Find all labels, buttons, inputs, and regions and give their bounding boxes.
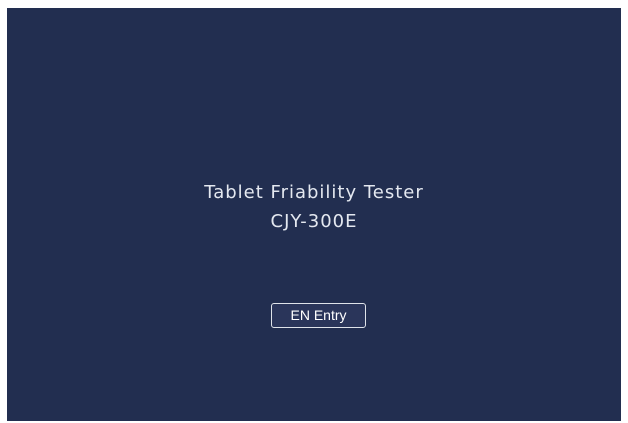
device-model: CJY-300E bbox=[270, 211, 358, 232]
title-block: Tablet Friability Tester CJY-300E bbox=[7, 180, 621, 235]
device-title: Tablet Friability Tester bbox=[204, 182, 424, 203]
en-entry-button[interactable]: EN Entry bbox=[271, 303, 366, 328]
splash-screen: Tablet Friability Tester CJY-300E EN Ent… bbox=[7, 8, 621, 421]
